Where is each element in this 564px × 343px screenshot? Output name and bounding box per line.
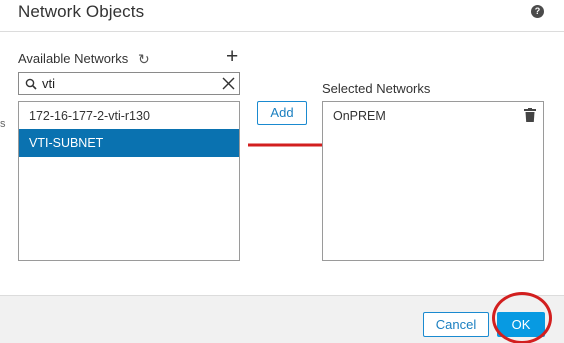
dialog-header: Network Objects ? bbox=[0, 0, 564, 32]
selected-networks-list[interactable]: OnPREM bbox=[322, 101, 544, 261]
available-networks-list[interactable]: 172-16-177-2-vti-r130 VTI-SUBNET bbox=[18, 101, 240, 261]
list-item[interactable]: OnPREM bbox=[323, 102, 543, 130]
list-item[interactable]: 172-16-177-2-vti-r130 bbox=[19, 102, 239, 130]
dialog-title: Network Objects bbox=[18, 2, 145, 21]
refresh-icon[interactable]: ↻ bbox=[138, 51, 150, 68]
help-icon[interactable]: ? bbox=[531, 5, 544, 18]
ok-button[interactable]: OK bbox=[497, 312, 545, 337]
search-icon bbox=[25, 78, 37, 90]
clear-search-icon[interactable] bbox=[222, 77, 235, 90]
trash-icon[interactable] bbox=[524, 108, 536, 122]
cancel-button[interactable]: Cancel bbox=[423, 312, 489, 337]
search-input[interactable] bbox=[42, 75, 212, 92]
cut-off-text: s bbox=[0, 118, 6, 130]
network-objects-dialog: Network Objects ? s Available Networks ↻… bbox=[0, 0, 564, 343]
add-network-icon[interactable]: + bbox=[226, 46, 238, 67]
available-networks-label: Available Networks bbox=[18, 51, 129, 66]
dialog-footer: Cancel OK bbox=[0, 295, 564, 343]
selected-networks-label: Selected Networks bbox=[322, 81, 431, 96]
add-button[interactable]: Add bbox=[257, 101, 307, 125]
list-item[interactable]: VTI-SUBNET bbox=[19, 129, 239, 157]
search-field[interactable] bbox=[18, 72, 240, 95]
